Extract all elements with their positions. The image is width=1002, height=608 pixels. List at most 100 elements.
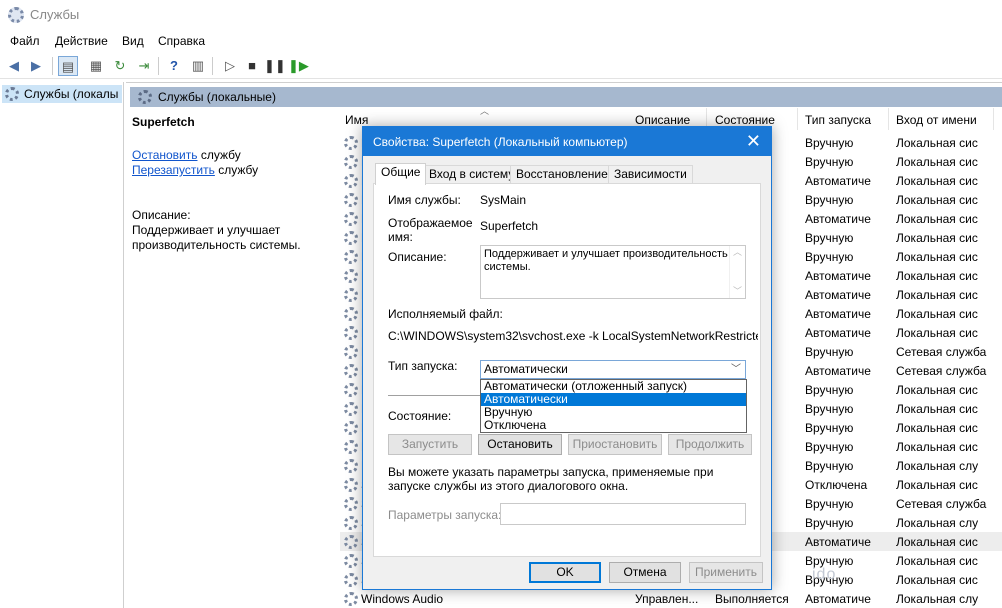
service-gear-icon	[344, 535, 358, 549]
column-divider[interactable]	[797, 108, 798, 130]
properties-sheet-icon[interactable]: ▦	[86, 56, 106, 76]
service-logon-cell: Локальная сис	[896, 535, 978, 549]
service-startup-cell: Вручную	[805, 497, 854, 511]
restart-service-link[interactable]: Перезапустить	[132, 163, 215, 177]
startup-option-disabled[interactable]: Отключена	[481, 419, 746, 432]
startup-params-input[interactable]	[500, 503, 746, 525]
service-logon-cell: Локальная сис	[896, 402, 978, 416]
service-gear-icon	[344, 288, 358, 302]
pane-header-title: Службы (локальные)	[158, 90, 276, 104]
menu-action[interactable]: Действие	[55, 34, 108, 48]
service-logon-cell: Локальная сис	[896, 231, 978, 245]
service-logon-cell: Локальная слу	[896, 459, 979, 473]
watermark-text: ido	[812, 566, 837, 583]
service-startup-cell: Автоматиче	[805, 288, 871, 302]
extended-description-text: Поддерживает и улучшает производительнос…	[132, 223, 301, 252]
column-header-name[interactable]: Имя	[345, 113, 368, 127]
service-startup-cell: Автоматиче	[805, 364, 871, 378]
refresh-icon[interactable]: ↻	[110, 56, 130, 76]
resume-button[interactable]: Продолжить	[668, 434, 752, 455]
service-startup-cell: Вручную	[805, 155, 854, 169]
tab-dependencies[interactable]: Зависимости	[608, 165, 693, 184]
service-gear-icon	[344, 364, 358, 378]
service-startup-cell: Вручную	[805, 440, 854, 454]
tab-general[interactable]: Общие	[375, 163, 427, 185]
service-startup-cell: Вручную	[805, 250, 854, 264]
toolbar-separator	[212, 57, 213, 75]
service-startup-cell: Вручную	[805, 193, 854, 207]
service-logon-cell: Локальная сис	[896, 269, 978, 283]
scroll-down-icon[interactable]: ﹀	[730, 285, 745, 298]
service-logon-cell: Локальная сис	[896, 307, 978, 321]
service-logon-cell: Локальная сис	[896, 212, 978, 226]
cancel-button[interactable]: Отмена	[609, 562, 681, 583]
stop-service-link[interactable]: Остановить	[132, 148, 198, 162]
service-gear-icon	[344, 269, 358, 283]
display-name-value[interactable]: Superfetch	[480, 219, 538, 233]
menu-file[interactable]: Файл	[10, 34, 40, 48]
service-logon-cell: Локальная сис	[896, 421, 978, 435]
service-logon-cell: Локальная сис	[896, 573, 978, 587]
table-row[interactable]: Windows Audio Управлен... Выполняется Автом…	[340, 589, 1002, 608]
stop-service-icon[interactable]: ■	[242, 56, 262, 76]
display-name-label-line2: имя:	[388, 230, 413, 244]
window-titlebar: Службы	[0, 0, 1002, 30]
export-list-icon[interactable]: ⇥	[134, 56, 154, 76]
service-gear-icon	[344, 573, 358, 587]
pause-service-icon[interactable]: ❚❚	[264, 56, 286, 76]
tab-recovery[interactable]: Восстановление	[510, 165, 614, 184]
service-startup-cell: Вручную	[805, 516, 854, 530]
apply-button[interactable]: Применить	[689, 562, 763, 583]
startup-type-select[interactable]: Автоматически ﹀	[480, 360, 746, 379]
menu-view[interactable]: Вид	[122, 34, 144, 48]
properties-dialog: Свойства: Superfetch (Локальный компьюте…	[362, 126, 772, 590]
startup-params-label: Параметры запуска:	[388, 508, 502, 522]
ok-button[interactable]: OK	[529, 562, 601, 583]
service-gear-icon	[344, 193, 358, 207]
help-icon[interactable]: ?	[164, 56, 184, 76]
service-logon-cell: Локальная сис	[896, 326, 978, 340]
service-gear-icon	[344, 345, 358, 359]
service-gear-icon	[344, 402, 358, 416]
executable-label: Исполняемый файл:	[388, 307, 503, 321]
service-logon-cell: Сетевая служба	[896, 497, 987, 511]
column-header-logon[interactable]: Вход от имени	[896, 113, 977, 127]
back-arrow-icon[interactable]: ◀	[4, 56, 24, 76]
service-gear-icon	[344, 592, 358, 606]
service-gear-icon	[344, 212, 358, 226]
forward-arrow-icon[interactable]: ▶	[26, 56, 46, 76]
column-divider[interactable]	[888, 108, 889, 130]
service-logon-cell: Локальная сис	[896, 554, 978, 568]
service-logon-cell: Локальная сис	[896, 250, 978, 264]
service-logon-cell: Локальная сис	[896, 288, 978, 302]
tree-item-services-local[interactable]: Службы (локалы	[2, 85, 122, 103]
stop-button[interactable]: Остановить	[478, 434, 562, 455]
restart-service-icon[interactable]: ❚▶	[288, 56, 309, 76]
toolbar: ◀ ▶ ▤ ▦ ↻ ⇥ ? ▥ ▷ ■ ❚❚ ❚▶	[0, 53, 1002, 79]
service-gear-icon	[344, 383, 358, 397]
service-gear-icon	[344, 497, 358, 511]
service-gear-icon	[344, 326, 358, 340]
action-pane-icon[interactable]: ▥	[188, 56, 208, 76]
column-header-status[interactable]: Состояние	[715, 113, 775, 127]
description-textbox[interactable]: Поддерживает и улучшает производительнос…	[480, 245, 746, 299]
close-icon[interactable]: ✕	[746, 131, 761, 152]
console-tree-icon[interactable]: ▤	[58, 56, 78, 76]
menu-help[interactable]: Справка	[158, 34, 205, 48]
executable-path[interactable]: C:\WINDOWS\system32\svchost.exe -k Local…	[388, 329, 758, 343]
pause-button[interactable]: Приостановить	[568, 434, 662, 455]
stop-service-line: Остановить службу	[132, 148, 241, 162]
dialog-titlebar[interactable]: Свойства: Superfetch (Локальный компьюте…	[363, 127, 771, 156]
column-header-startup[interactable]: Тип запуска	[805, 113, 871, 127]
dialog-title: Свойства: Superfetch (Локальный компьюте…	[373, 135, 628, 149]
tab-logon[interactable]: Вход в систему	[423, 165, 521, 184]
scroll-up-icon[interactable]: ︿	[730, 246, 745, 259]
window-title: Службы	[30, 7, 80, 22]
description-scrollbar[interactable]: ︿ ﹀	[729, 246, 745, 298]
start-button[interactable]: Запустить	[388, 434, 472, 455]
column-header-description[interactable]: Описание	[635, 113, 690, 127]
start-service-icon[interactable]: ▷	[220, 56, 240, 76]
service-startup-cell: Вручную	[805, 231, 854, 245]
column-divider[interactable]	[993, 108, 994, 130]
chevron-down-icon: ﹀	[731, 364, 741, 375]
